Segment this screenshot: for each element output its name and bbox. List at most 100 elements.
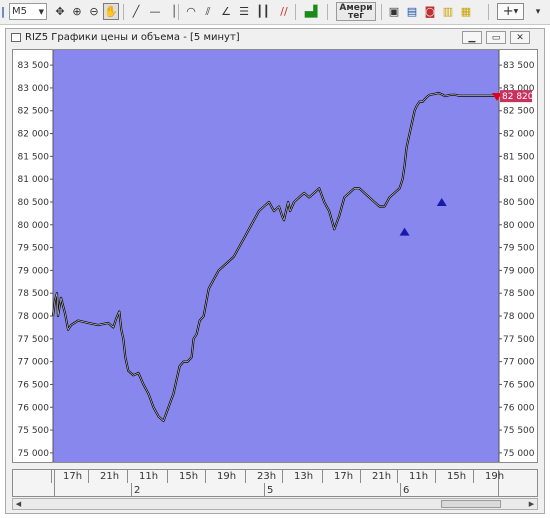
- chart-open-icon[interactable]: ▤: [404, 3, 420, 20]
- timeframe-select[interactable]: M5 ▼: [9, 3, 47, 20]
- y-tick-label-left: 79 000: [18, 266, 50, 276]
- channel-icon[interactable]: //: [276, 3, 292, 20]
- y-tick-label-left: 80 500: [18, 198, 50, 208]
- y-tick-label-right: 79 500: [503, 244, 535, 254]
- time-tick-label: 13h: [294, 471, 314, 482]
- fan-icon[interactable]: ⫽: [200, 3, 216, 20]
- toolbar-divider: [178, 4, 179, 20]
- toolbar-divider: [295, 4, 296, 20]
- more-options-icon[interactable]: ▾: [530, 3, 546, 20]
- trend-line-icon[interactable]: ╱: [128, 3, 144, 20]
- window-titlebar[interactable]: RIZ5 Графики цены и объема - [5 минут] ▁…: [6, 29, 544, 47]
- y-tick-label-right: 80 500: [503, 198, 535, 208]
- crosshair-button[interactable]: + ▼: [497, 3, 524, 20]
- scrollbar-thumb[interactable]: [441, 500, 501, 508]
- time-tick-label: 21h: [100, 471, 120, 482]
- day-label: 2: [134, 485, 141, 496]
- plot-area: [53, 50, 499, 462]
- minimize-icon: ▁: [468, 32, 476, 43]
- y-tick-label-left: 78 500: [18, 289, 50, 299]
- time-tick-label: 17h: [63, 471, 83, 482]
- scroll-right-icon[interactable]: ▶: [526, 499, 537, 509]
- american-tag-line2: тег: [347, 10, 365, 21]
- time-tick-label: 15h: [179, 471, 199, 482]
- toolbar-divider: [381, 4, 382, 20]
- crosshair-icon: +: [502, 4, 514, 19]
- main-toolbar: | M5 ▼ ✥ ⊕ ⊖ ✋ ╱ — │ ◠ ⫽ ∠ ☰ ┃┃ // ▗▟ Ам…: [0, 0, 550, 25]
- toolbar-divider: [327, 4, 328, 20]
- y-tick-label-right: 75 500: [503, 426, 535, 436]
- chart-settings-icon[interactable]: ▣: [386, 3, 402, 20]
- fibonacci-icon[interactable]: ☰: [236, 3, 252, 20]
- american-tag-button[interactable]: Амери тег: [336, 2, 376, 21]
- y-tick-label-left: 81 500: [18, 152, 50, 162]
- y-tick-label-left: 82 500: [18, 107, 50, 117]
- y-tick-label-right: 82 000: [503, 130, 535, 140]
- maximize-button[interactable]: ▭: [486, 31, 506, 44]
- time-tick-divider: [435, 470, 436, 483]
- zoom-in-icon[interactable]: ⊕: [69, 3, 85, 20]
- vertical-grid-icon[interactable]: ┃┃: [255, 3, 271, 20]
- vertical-line-icon[interactable]: │: [166, 3, 182, 20]
- current-price-label: 82 820: [502, 92, 534, 102]
- time-tick-label: 23h: [257, 471, 277, 482]
- y-tick-label-left: 83 000: [18, 84, 50, 94]
- time-axis-divider: [54, 470, 55, 496]
- y-tick-label-right: 81 000: [503, 175, 535, 185]
- zoom-out-icon[interactable]: ⊖: [86, 3, 102, 20]
- angle-icon[interactable]: ∠: [218, 3, 234, 20]
- day-divider: [400, 483, 401, 496]
- horizontal-line-icon[interactable]: —: [147, 3, 163, 20]
- toolbar-divider: [123, 4, 124, 20]
- time-tick-label: 11h: [409, 471, 429, 482]
- horizontal-scrollbar[interactable]: ◀ ▶: [12, 498, 538, 510]
- bars-icon[interactable]: ▗▟: [301, 3, 318, 20]
- time-tick-divider: [88, 470, 89, 483]
- y-tick-label-right: 80 000: [503, 221, 535, 231]
- time-tick-divider: [282, 470, 283, 483]
- arc-icon[interactable]: ◠: [183, 3, 199, 20]
- chevron-down-icon: ▼: [38, 7, 44, 16]
- chart-window: RIZ5 Графики цены и объема - [5 минут] ▁…: [5, 28, 545, 514]
- y-tick-label-right: 75 000: [503, 449, 535, 459]
- day-label: 6: [403, 485, 410, 496]
- chart-window-icon: [11, 33, 21, 42]
- time-tick-label: 15h: [447, 471, 467, 482]
- y-tick-label-left: 77 500: [18, 335, 50, 345]
- close-button[interactable]: ✕: [510, 31, 530, 44]
- y-tick-label-right: 83 500: [503, 61, 535, 71]
- time-tick-label: 17h: [334, 471, 354, 482]
- time-tick-divider: [205, 470, 206, 483]
- day-label: 5: [267, 485, 274, 496]
- y-tick-label-left: 82 000: [18, 130, 50, 140]
- y-tick-label-left: 80 000: [18, 221, 50, 231]
- maximize-icon: ▭: [491, 32, 501, 43]
- chart-template-icon[interactable]: ▦: [458, 3, 474, 20]
- price-chart[interactable]: 83 500 83 50083 000 83 00082 500 82 50082 0…: [13, 50, 537, 462]
- time-tick-label: 19h: [217, 471, 237, 482]
- y-tick-label-right: 78 000: [503, 312, 535, 322]
- toolbar-edge-icon: |: [0, 5, 6, 18]
- scroll-left-icon[interactable]: ◀: [13, 499, 24, 509]
- y-tick-label-right: 82 500: [503, 107, 535, 117]
- time-tick-label: 11h: [139, 471, 159, 482]
- y-tick-label-right: 76 000: [503, 403, 535, 413]
- time-tick-label: 21h: [372, 471, 392, 482]
- chevron-down-icon: ▼: [513, 8, 519, 15]
- y-tick-label-left: 76 000: [18, 403, 50, 413]
- time-tick-divider: [51, 470, 52, 483]
- minimize-button[interactable]: ▁: [462, 31, 482, 44]
- window-title: RIZ5 Графики цены и объема - [5 минут]: [25, 32, 240, 43]
- chart-panel[interactable]: 83 500 83 500 83 000 83 000 82 500 82 500 82 0…: [12, 49, 538, 463]
- time-tick-divider: [127, 470, 128, 483]
- hand-tool-icon[interactable]: ✋: [103, 3, 119, 20]
- chart-save-icon[interactable]: ▥: [440, 3, 456, 20]
- time-axis: 17h 21h 11h 15h 19h 23h 13h 17h 21h 11h 15h 19h 2 5 6: [12, 469, 538, 497]
- move-icon[interactable]: ✥: [52, 3, 68, 20]
- y-tick-label-right: 81 500: [503, 152, 535, 162]
- chart-delete-icon[interactable]: ◙: [422, 3, 438, 20]
- y-tick-label-left: 77 000: [18, 358, 50, 368]
- time-tick-divider: [397, 470, 398, 483]
- time-tick-divider: [245, 470, 246, 483]
- time-tick-divider: [360, 470, 361, 483]
